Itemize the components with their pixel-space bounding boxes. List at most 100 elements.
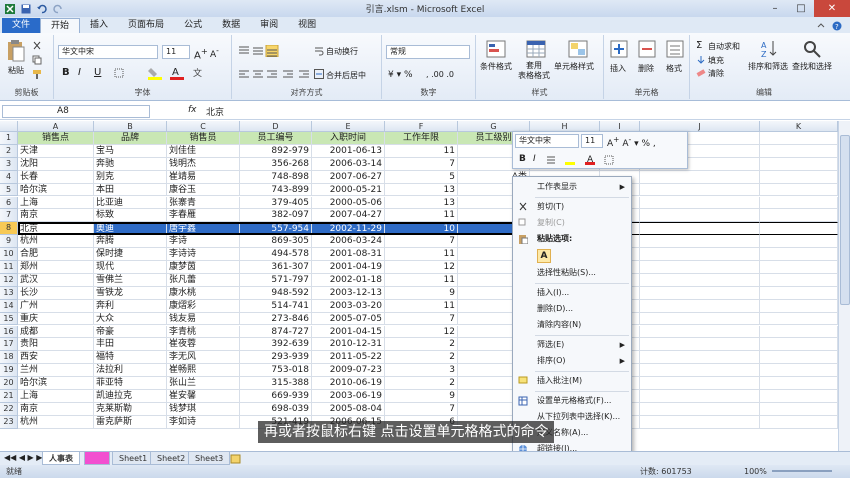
table-cell[interactable]: 2005-07-05 [312, 312, 385, 326]
table-cell[interactable]: 948-592 [240, 286, 312, 300]
empty-cell[interactable] [640, 261, 760, 274]
row-header[interactable]: 8 [0, 222, 18, 236]
select-all-corner[interactable] [0, 121, 18, 132]
empty-cell[interactable] [760, 222, 838, 236]
row-header[interactable]: 10 [0, 248, 18, 261]
format-cells-button[interactable]: 格式 [666, 63, 682, 74]
menu-clear-contents[interactable]: 清除内容(N) [513, 317, 631, 333]
table-cell[interactable]: 2 [385, 377, 458, 390]
table-cell[interactable]: 雪佛兰 [94, 273, 167, 287]
row-header[interactable]: 4 [0, 170, 18, 184]
tab-formulas[interactable]: 公式 [174, 18, 212, 33]
table-cell[interactable]: 哈尔滨 [18, 377, 94, 390]
row-header[interactable]: 11 [0, 261, 18, 274]
underline-button[interactable]: U [94, 67, 101, 78]
table-cell[interactable]: 杭州 [18, 415, 94, 429]
table-cell[interactable]: 7 [385, 402, 458, 416]
maximize-button[interactable]: □ [788, 0, 814, 17]
tab-page-layout[interactable]: 页面布局 [118, 18, 174, 33]
table-cell[interactable]: 长沙 [18, 286, 94, 300]
table-cell[interactable]: 2003-12-13 [312, 286, 385, 300]
row-header[interactable]: 2 [0, 144, 18, 158]
copy-icon[interactable] [32, 55, 42, 65]
table-cell[interactable]: 沈阳 [18, 157, 94, 171]
font-size-box[interactable]: 11 [162, 45, 190, 59]
table-cell[interactable]: 比亚迪 [94, 196, 167, 210]
mini-size-box[interactable]: 11 [581, 134, 603, 148]
table-cell[interactable]: 张凡蕾 [167, 273, 240, 287]
empty-cell[interactable] [640, 299, 760, 313]
table-cell[interactable]: 康梦茵 [167, 261, 240, 274]
table-cell[interactable]: 克莱斯勒 [94, 402, 167, 416]
table-cell[interactable]: 392-639 [240, 338, 312, 352]
column-header[interactable]: E [312, 121, 385, 132]
column-header[interactable]: D [240, 121, 312, 132]
table-cell[interactable]: 保时捷 [94, 248, 167, 261]
sort-filter-icon[interactable]: AZ [760, 39, 780, 59]
scrollbar-thumb[interactable] [840, 135, 850, 305]
table-cell[interactable]: 874-727 [240, 325, 312, 339]
empty-cell[interactable] [640, 209, 760, 223]
row-header[interactable]: 9 [0, 235, 18, 249]
table-cell[interactable]: 12 [385, 261, 458, 274]
row-header[interactable]: 13 [0, 286, 18, 300]
table-cell[interactable]: 奔腾 [94, 235, 167, 249]
table-cell[interactable]: 钱梦琪 [167, 402, 240, 416]
zoom-slider[interactable] [772, 470, 832, 472]
table-cell[interactable]: 2 [385, 351, 458, 365]
sheet-tab-colored[interactable] [84, 452, 110, 465]
table-cell[interactable]: 本田 [94, 183, 167, 197]
empty-cell[interactable] [760, 248, 838, 261]
table-cell[interactable]: 11 [385, 299, 458, 313]
zoom-level[interactable]: 100% [744, 465, 767, 478]
empty-cell[interactable] [640, 325, 760, 339]
help-icon[interactable]: ? [832, 21, 842, 31]
table-cell[interactable]: 奥迪 [94, 222, 167, 236]
empty-cell[interactable] [760, 235, 838, 249]
table-cell[interactable]: 2009-07-23 [312, 364, 385, 378]
menu-filter[interactable]: 筛选(E) ▶ [513, 337, 631, 353]
row-header[interactable]: 12 [0, 273, 18, 287]
row-header[interactable]: 22 [0, 402, 18, 416]
empty-cell[interactable] [760, 196, 838, 210]
table-cell[interactable]: 杭州 [18, 235, 94, 249]
table-cell[interactable]: 361-307 [240, 261, 312, 274]
empty-cell[interactable] [640, 364, 760, 378]
table-cell[interactable]: 2001-08-31 [312, 248, 385, 261]
header-cell[interactable]: 品牌 [94, 132, 167, 145]
row-header[interactable]: 7 [0, 209, 18, 223]
table-cell[interactable]: 2003-03-20 [312, 299, 385, 313]
format-painter-icon[interactable] [32, 69, 42, 79]
row-header[interactable]: 23 [0, 415, 18, 429]
sheet-tab-active[interactable]: 人事表 [42, 452, 80, 465]
row-header[interactable]: 6 [0, 196, 18, 210]
table-cell[interactable]: 崔靖易 [167, 170, 240, 184]
table-cell[interactable]: 2000-05-21 [312, 183, 385, 197]
mini-font-box[interactable]: 华文中宋 [515, 134, 579, 148]
cut-icon[interactable] [32, 41, 42, 51]
table-cell[interactable]: 698-039 [240, 402, 312, 416]
table-cell[interactable]: 7 [385, 157, 458, 171]
delete-cells-icon[interactable] [638, 39, 656, 59]
table-cell[interactable]: 崔安馨 [167, 390, 240, 403]
table-cell[interactable]: 南京 [18, 402, 94, 416]
table-cell[interactable]: 合肥 [18, 248, 94, 261]
table-cell[interactable]: 北京 [18, 222, 94, 236]
mini-format-icons[interactable]: A [545, 154, 675, 166]
worksheet-grid[interactable]: A B C D E F G H I J K 1 销售点 品牌 销售员 员工编号 入职时间 工作年限 员工级别 2 天津宝… [0, 121, 838, 451]
column-header[interactable]: F [385, 121, 458, 132]
empty-cell[interactable] [760, 377, 838, 390]
table-cell[interactable]: 743-899 [240, 183, 312, 197]
table-cell[interactable]: 钱友易 [167, 312, 240, 326]
paste-values-button[interactable]: A [537, 249, 551, 263]
table-cell[interactable]: 大众 [94, 312, 167, 326]
cell-style-icon[interactable] [568, 39, 588, 59]
fill-color-icon[interactable] [148, 66, 164, 80]
decimal-icons[interactable]: , .00 .0 [426, 70, 454, 79]
new-sheet-icon[interactable] [230, 454, 242, 464]
table-cell[interactable]: 天津 [18, 144, 94, 158]
empty-cell[interactable] [640, 248, 760, 261]
sort-filter-button[interactable]: 排序和筛选 [748, 61, 788, 72]
empty-cell[interactable] [640, 222, 760, 236]
table-cell[interactable]: 上海 [18, 390, 94, 403]
